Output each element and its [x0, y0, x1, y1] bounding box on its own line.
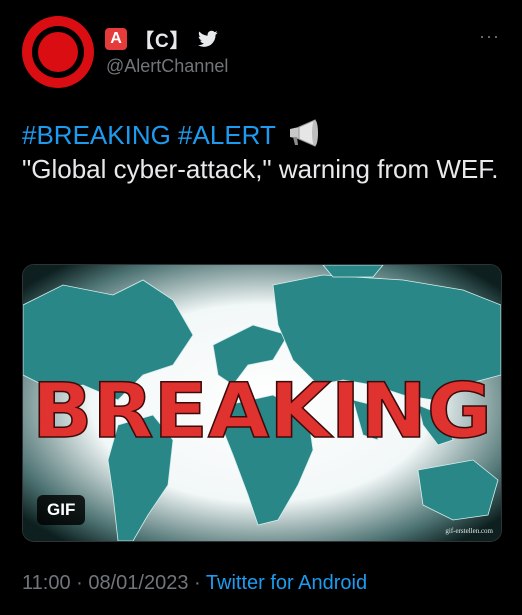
- tweet-meta: 11:00 · 08/01/2023 · Twitter for Android: [22, 572, 367, 595]
- a-button-emoji-icon: A: [105, 28, 127, 50]
- tweet-text: #BREAKING #ALERT "Global cyber-attack," …: [22, 118, 502, 186]
- timestamp-date[interactable]: 08/01/2023: [88, 572, 188, 594]
- meta-separator: ·: [194, 572, 201, 594]
- display-name-text: 【C】: [135, 30, 190, 52]
- timestamp-time[interactable]: 11:00: [22, 572, 71, 594]
- avatar[interactable]: [22, 16, 94, 88]
- gif-badge: GIF: [37, 495, 86, 525]
- avatar-dot: [38, 32, 78, 72]
- user-handle[interactable]: @AlertChannel: [106, 56, 228, 77]
- display-name[interactable]: A 【C】: [105, 26, 218, 52]
- hashtag-links[interactable]: #BREAKING #ALERT: [22, 120, 275, 150]
- media-gif[interactable]: BREAKING GIF gif-erstellen.com: [22, 264, 502, 542]
- breaking-headline: BREAKING: [32, 366, 492, 455]
- more-options-icon[interactable]: ···: [479, 26, 500, 47]
- twitter-bird-icon: [197, 30, 218, 47]
- source-link[interactable]: Twitter for Android: [206, 572, 367, 594]
- megaphone-icon: [289, 119, 318, 147]
- meta-separator: ·: [76, 572, 83, 594]
- gif-frame: BREAKING: [23, 265, 501, 541]
- tweet-body: "Global cyber-attack," warning from WEF.: [22, 154, 499, 184]
- watermark: gif-erstellen.com: [445, 527, 493, 535]
